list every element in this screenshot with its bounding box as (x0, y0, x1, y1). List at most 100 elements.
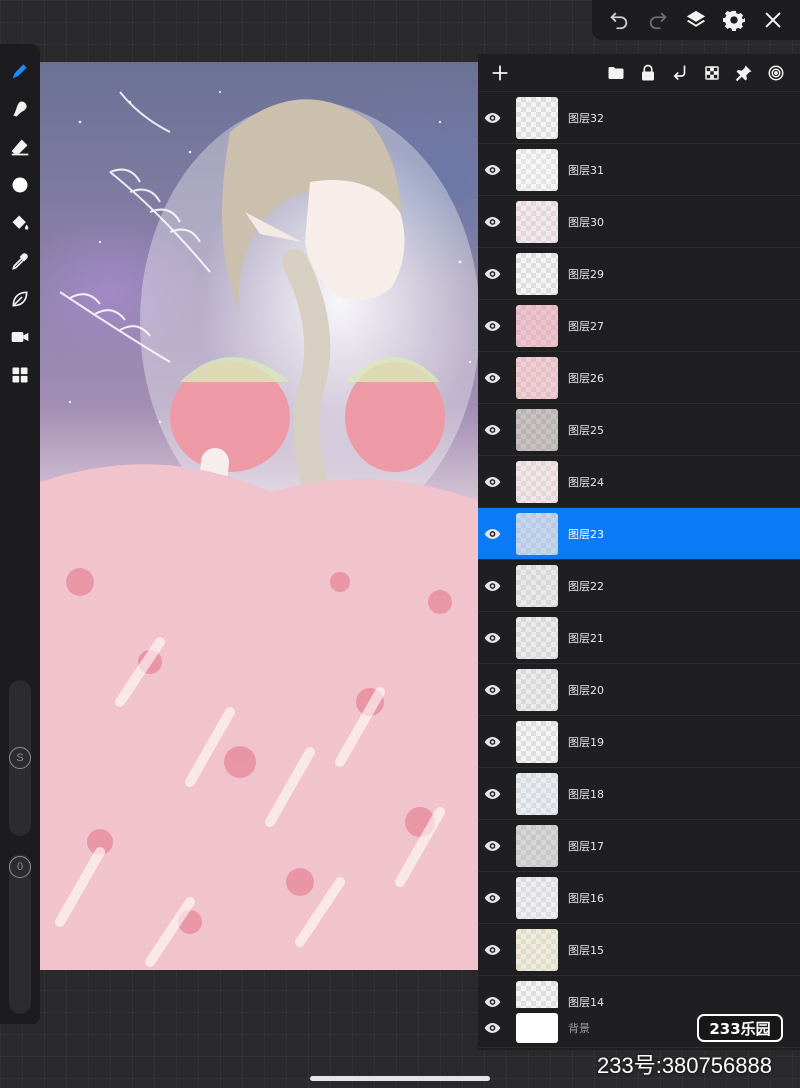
layers-panel: 图层32 图层31 图层30 图层29 图层27 图层26 图层25 图层24 图层23 图层22… (478, 54, 800, 1050)
pin-icon[interactable] (728, 59, 760, 87)
layer-thumbnail (516, 408, 558, 451)
lock-icon[interactable] (632, 59, 664, 87)
layer-name: 图层15 (568, 943, 604, 957)
layer-row[interactable]: 图层26 (478, 352, 800, 404)
layers-icon[interactable] (681, 5, 711, 35)
visibility-eye-icon[interactable] (478, 164, 506, 176)
layer-name: 图层21 (568, 631, 604, 645)
layer-name: 图层17 (568, 839, 604, 853)
layer-thumbnail (516, 668, 558, 711)
layer-name: 图层29 (568, 267, 604, 281)
layer-thumbnail (516, 512, 558, 555)
visibility-eye-icon[interactable] (478, 944, 506, 956)
layer-name: 图层23 (568, 527, 604, 541)
top-toolbar (592, 0, 800, 40)
layer-name: 图层20 (568, 683, 604, 697)
layer-name: 图层32 (568, 111, 604, 125)
undo-icon[interactable] (604, 5, 634, 35)
close-icon[interactable] (758, 5, 788, 35)
video-icon[interactable] (7, 324, 33, 350)
layer-row[interactable]: 图层27 (478, 300, 800, 352)
layer-row[interactable]: 图层32 (478, 92, 800, 144)
layer-name: 图层25 (568, 423, 604, 437)
layer-thumbnail (516, 720, 558, 763)
layer-row[interactable]: 图层30 (478, 196, 800, 248)
visibility-eye-icon[interactable] (478, 632, 506, 644)
visibility-eye-icon[interactable] (478, 528, 506, 540)
visibility-eye-icon[interactable] (478, 892, 506, 904)
visibility-eye-icon[interactable] (478, 736, 506, 748)
visibility-eye-icon[interactable] (478, 684, 506, 696)
eyedropper-icon[interactable] (7, 248, 33, 274)
layer-thumbnail (516, 928, 558, 971)
layer-row[interactable]: 图层19 (478, 716, 800, 768)
layer-thumbnail (516, 356, 558, 399)
fill-bucket-icon[interactable] (7, 210, 33, 236)
watermark-logo: 233乐园 (697, 1014, 783, 1042)
smudge-icon[interactable] (7, 96, 33, 122)
redo-icon[interactable] (643, 5, 673, 35)
layer-name: 图层24 (568, 475, 604, 489)
drawing-canvas[interactable] (40, 62, 480, 970)
layer-name: 图层22 (568, 579, 604, 593)
target-icon[interactable] (760, 59, 792, 87)
layer-thumbnail (516, 824, 558, 867)
gear-icon[interactable] (719, 5, 749, 35)
visibility-eye-icon[interactable] (478, 372, 506, 384)
layer-row[interactable]: 图层16 (478, 872, 800, 924)
layer-row[interactable]: 图层25 (478, 404, 800, 456)
visibility-eye-icon[interactable] (478, 216, 506, 228)
color-dot-icon[interactable] (7, 172, 33, 198)
opacity-knob[interactable]: 0 (9, 856, 31, 878)
layer-name: 图层27 (568, 319, 604, 333)
watermark-id-text: 233号:380756888 (597, 1053, 772, 1078)
layer-thumbnail (516, 252, 558, 295)
add-layer-button[interactable] (486, 59, 514, 87)
visibility-eye-icon[interactable] (478, 996, 506, 1008)
visibility-eye-icon[interactable] (478, 424, 506, 436)
layer-thumbnail (516, 564, 558, 607)
visibility-eye-icon[interactable] (478, 580, 506, 592)
visibility-eye-icon[interactable] (478, 788, 506, 800)
folder-icon[interactable] (600, 59, 632, 87)
layer-row[interactable]: 图层29 (478, 248, 800, 300)
layer-row[interactable]: 图层15 (478, 924, 800, 976)
opacity-slider[interactable]: 0 (9, 854, 31, 1014)
visibility-eye-icon[interactable] (478, 476, 506, 488)
layer-name: 图层31 (568, 163, 604, 177)
checker-icon[interactable] (696, 59, 728, 87)
layer-thumbnail (516, 304, 558, 347)
layer-thumbnail (516, 148, 558, 191)
visibility-eye-icon[interactable] (478, 320, 506, 332)
layer-row[interactable]: 图层24 (478, 456, 800, 508)
layer-name: 图层19 (568, 735, 604, 749)
visibility-eye-icon[interactable] (478, 112, 506, 124)
layer-thumbnail (516, 96, 558, 139)
brush-size-knob[interactable]: S (9, 747, 31, 769)
brush-size-slider[interactable]: S (9, 680, 31, 836)
layer-name: 图层16 (568, 891, 604, 905)
layer-row[interactable]: 图层23 (478, 508, 800, 560)
layer-thumbnail (516, 616, 558, 659)
visibility-eye-icon[interactable] (478, 840, 506, 852)
layer-row[interactable]: 图层18 (478, 768, 800, 820)
visibility-eye-icon[interactable] (478, 268, 506, 280)
merge-down-icon[interactable] (664, 59, 696, 87)
layer-row[interactable]: 图层31 (478, 144, 800, 196)
home-indicator[interactable] (310, 1076, 490, 1081)
layer-row[interactable]: 图层21 (478, 612, 800, 664)
brush-icon[interactable] (7, 58, 33, 84)
layer-thumbnail (516, 200, 558, 243)
grid-icon[interactable] (7, 362, 33, 388)
layer-thumbnail (516, 876, 558, 919)
eraser-icon[interactable] (7, 134, 33, 160)
layers-header (478, 54, 800, 92)
left-toolbar: S 0 (0, 44, 40, 1024)
layer-name: 图层26 (568, 371, 604, 385)
layer-row[interactable]: 图层20 (478, 664, 800, 716)
leaf-icon[interactable] (7, 286, 33, 312)
layer-name: 图层30 (568, 215, 604, 229)
visibility-eye-icon[interactable] (478, 1022, 506, 1034)
layer-row[interactable]: 图层22 (478, 560, 800, 612)
layer-row[interactable]: 图层17 (478, 820, 800, 872)
